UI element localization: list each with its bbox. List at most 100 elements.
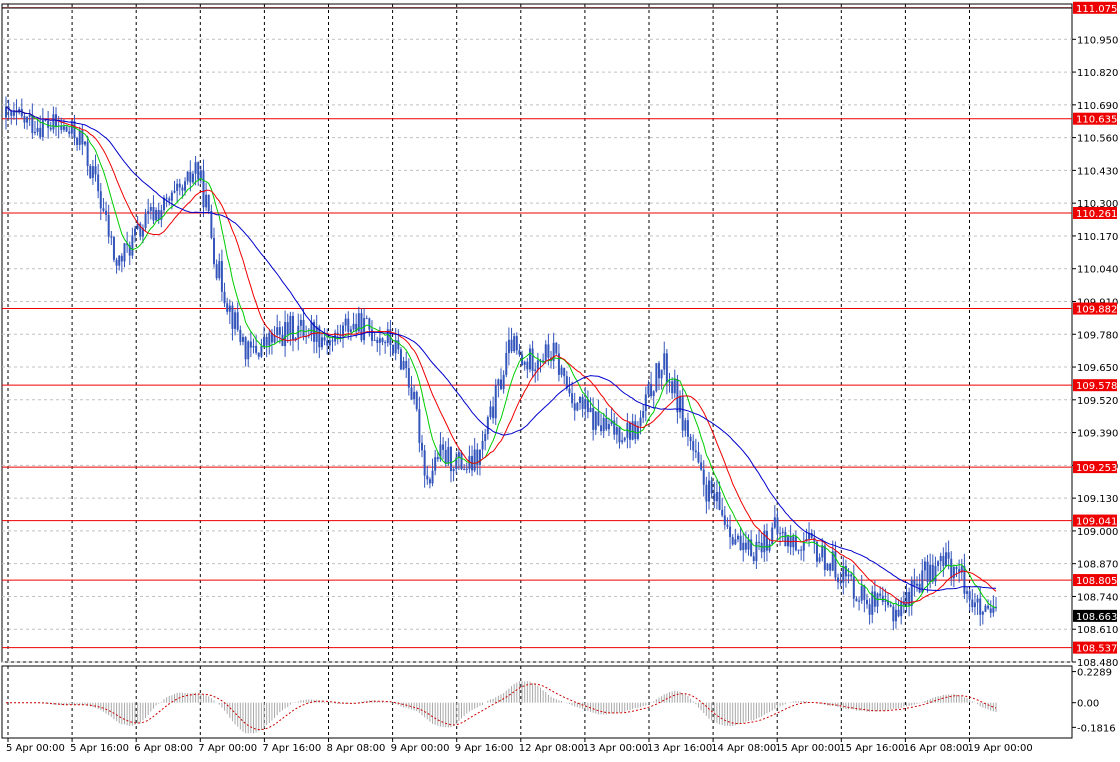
candle-body: [900, 601, 903, 617]
price-tick-label: 109.130: [1077, 494, 1118, 505]
candle-body: [326, 340, 329, 346]
candle-body: [228, 305, 231, 312]
candle-body: [284, 322, 287, 347]
candle-body: [571, 393, 574, 404]
candle-body: [615, 427, 618, 435]
time-tick-label: 13 Apr 16:00: [647, 743, 712, 754]
candle-body: [939, 555, 942, 562]
candle-body: [189, 171, 192, 183]
candle-body: [992, 607, 995, 613]
candle-body: [652, 391, 655, 397]
candle-body: [523, 361, 526, 366]
price-chart[interactable]: 110.950 110.820 110.690 110.560 110.430 110.3…: [0, 0, 1120, 758]
candle-body: [963, 566, 966, 594]
candle-body: [365, 318, 368, 320]
candle-body: [657, 363, 660, 379]
candle-body: [226, 303, 229, 312]
osc-tick-label: -0.1816: [1077, 723, 1116, 734]
candle-body: [207, 194, 210, 211]
price-tick-label: 109.000: [1077, 527, 1118, 538]
candle-body: [952, 567, 955, 579]
candle-body: [231, 305, 234, 329]
candle-body: [220, 261, 223, 292]
candle-body: [492, 406, 495, 419]
time-tick-label: 12 Apr 08:00: [519, 743, 584, 754]
level-label-text: 111.075: [1076, 4, 1117, 15]
candle-body: [302, 319, 305, 337]
candle-body: [218, 261, 221, 279]
candle-body: [736, 535, 739, 540]
candle-body: [460, 452, 463, 470]
candle-body: [926, 561, 929, 582]
time-tick-label: 15 Apr 16:00: [839, 743, 904, 754]
candle-body: [639, 417, 642, 426]
level-price-label: 108.537: [1073, 641, 1117, 655]
candle-body: [202, 170, 205, 208]
candle-body: [83, 141, 86, 145]
candle-body: [934, 565, 937, 582]
candle-body: [560, 367, 563, 375]
price-tick-label: 110.690: [1077, 101, 1118, 112]
candle-body: [249, 341, 252, 348]
time-axis: 5 Apr 00:00 5 Apr 16:00 6 Apr 08:00 7 Apr 0…: [6, 738, 1033, 754]
candle-body: [518, 350, 521, 355]
candle-body: [152, 206, 155, 221]
candle-body: [328, 340, 331, 346]
candle-body: [97, 174, 100, 192]
candle-body: [781, 531, 784, 534]
candle-body: [191, 173, 194, 183]
time-tick-label: 13 Apr 00:00: [583, 743, 648, 754]
candle-body: [800, 549, 803, 551]
candle-body: [592, 407, 595, 430]
candle-body: [839, 582, 842, 584]
candle-body: [99, 191, 102, 209]
candle-body: [418, 409, 421, 443]
candle-body: [410, 387, 413, 400]
price-tick-label: 108.740: [1077, 592, 1118, 603]
candle-body: [210, 210, 213, 238]
candle-body: [112, 237, 115, 260]
candle-body: [708, 480, 711, 502]
time-tick-label: 7 Apr 16:00: [262, 743, 321, 754]
candle-body: [73, 121, 76, 139]
candle-body: [502, 374, 505, 390]
candle-body: [771, 527, 774, 545]
candle-body: [594, 411, 597, 430]
candle-body: [942, 555, 945, 567]
candle-body: [684, 420, 687, 431]
candle-body: [107, 214, 110, 237]
candle-body: [241, 337, 244, 342]
candle-body: [423, 450, 426, 476]
candle-body: [842, 565, 845, 583]
candle-body: [399, 349, 402, 370]
candle-body: [39, 127, 42, 138]
candle-body: [500, 379, 502, 390]
candle-body: [823, 545, 826, 571]
candle-body: [23, 116, 26, 123]
candle-body: [507, 339, 510, 354]
candle-body: [131, 235, 134, 256]
candle-body: [526, 361, 529, 370]
candle-body: [758, 541, 761, 543]
level-label-text: 109.041: [1076, 517, 1117, 528]
candle-body: [534, 369, 537, 371]
price-tick-label: 110.170: [1077, 232, 1118, 243]
candle-body: [363, 318, 366, 341]
candle-body: [555, 342, 558, 354]
candle-body: [984, 605, 987, 612]
candle-body: [236, 312, 239, 330]
candle-body: [573, 403, 576, 411]
candle-body: [323, 337, 326, 341]
candle-body: [449, 446, 452, 472]
candle-body: [879, 593, 882, 596]
main-pane: 110.950110.820110.690110.560110.430110.3…: [1, 1, 1118, 669]
candle-body: [889, 605, 892, 607]
candle-body: [731, 537, 734, 545]
candle-body: [797, 549, 800, 551]
candle-body: [373, 339, 376, 341]
candle-body: [597, 411, 600, 426]
chart-canvas[interactable]: 110.950110.820110.690110.560110.430110.3…: [0, 0, 1120, 758]
candle-body: [665, 353, 668, 383]
candle-body: [528, 348, 531, 370]
candle-body: [91, 166, 94, 178]
